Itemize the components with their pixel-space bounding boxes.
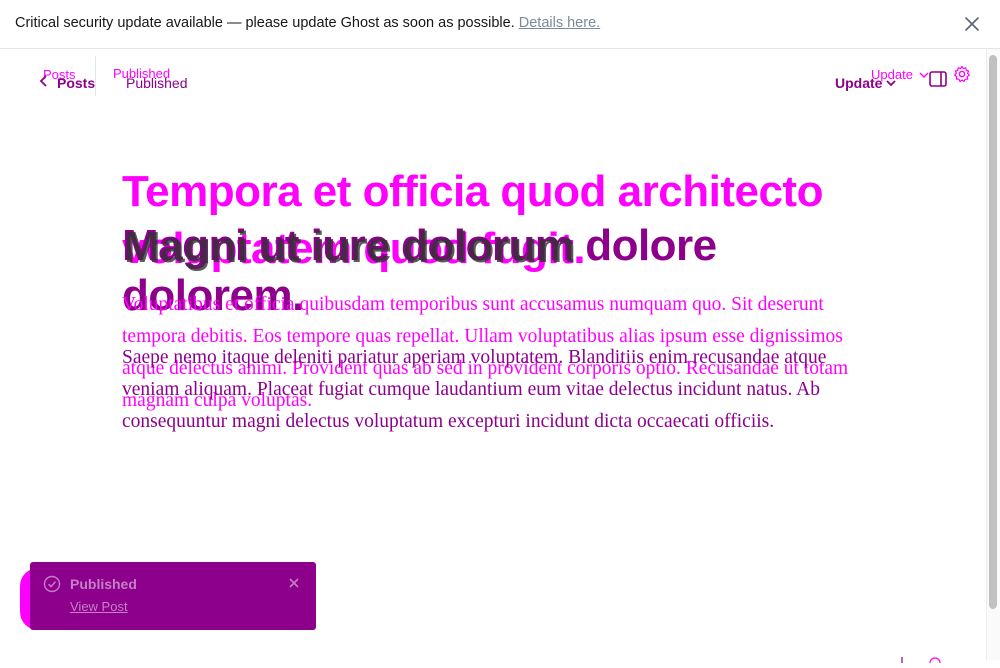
banner-message-line: Critical security update available — ple… xyxy=(15,15,600,31)
security-banner: Critical security update available — ple… xyxy=(0,0,1000,49)
banner-details-link[interactable]: Details here. xyxy=(519,15,600,31)
editor-header: Posts Published Posts Published Update U… xyxy=(0,49,986,109)
bottom-toolbar xyxy=(896,650,946,668)
chevron-down-icon xyxy=(919,71,929,79)
post-title-shadow: Magni ut iure dolorum xyxy=(124,223,576,272)
post-body[interactable]: Saepe nemo itaque deleniti pariatur aper… xyxy=(122,342,867,438)
close-icon[interactable] xyxy=(288,576,300,588)
scrollbar-thumb[interactable] xyxy=(989,55,997,609)
chevron-left-icon[interactable] xyxy=(39,75,49,87)
breadcrumb-divider xyxy=(95,56,96,96)
banner-message: Critical security update available — ple… xyxy=(15,15,515,31)
close-icon[interactable] xyxy=(962,14,982,34)
update-button[interactable]: Update xyxy=(835,75,882,91)
check-circle-icon xyxy=(43,575,61,593)
toast-title: Published xyxy=(70,576,137,592)
sidebar-toggle-icon[interactable] xyxy=(929,71,947,87)
chevron-down-icon[interactable] xyxy=(886,79,896,87)
published-toast: Published View Post xyxy=(30,562,316,630)
status-published: Published xyxy=(126,75,188,91)
gear-icon[interactable] xyxy=(953,65,971,83)
view-post-link[interactable]: View Post xyxy=(70,599,128,614)
breadcrumb-posts[interactable]: Posts xyxy=(57,75,95,91)
